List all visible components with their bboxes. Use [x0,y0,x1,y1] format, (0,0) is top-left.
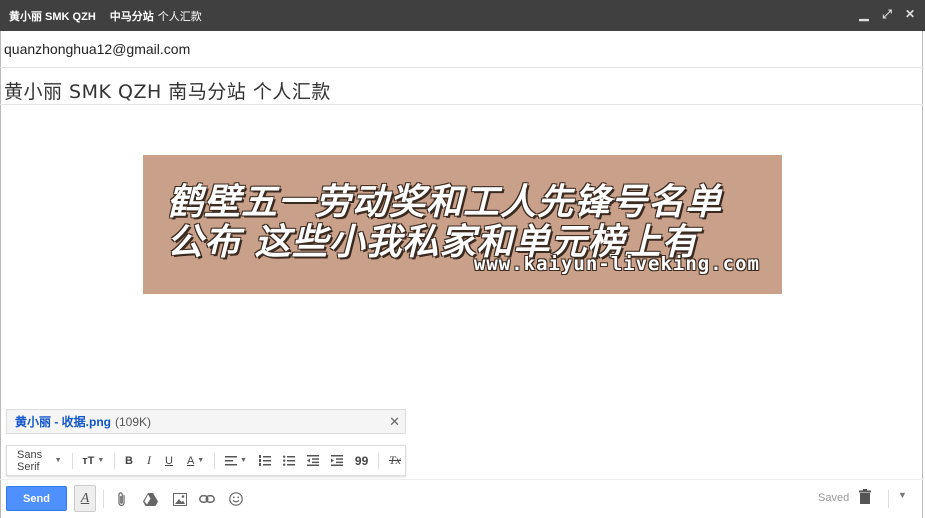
inline-image-banner: 鹤壁五一劳动奖和工人先锋号名单 公布 这些小我私家和单元榜上有 www.kaiy… [143,155,782,294]
formatting-toolbar: Sans Serif ▼ тT ▼ B I U A ▼ ▼ 99 Tx [6,445,406,476]
numbered-list-button[interactable] [255,455,275,466]
bulleted-list-icon [282,455,295,466]
window-title-rest: 个人汇款 [157,10,202,23]
toolbar-divider [114,452,116,469]
toolbar-divider [214,452,215,469]
quote-button[interactable]: 99 [351,454,372,468]
remove-formatting-button[interactable]: Tx [385,453,405,468]
bottom-divider [103,490,104,508]
attach-files-button[interactable] [111,488,133,510]
discard-draft-button[interactable] [859,489,875,507]
insert-drive-button[interactable] [139,488,161,510]
font-family-label: Sans Serif [17,448,43,473]
insert-photo-button[interactable] [169,488,191,510]
bulleted-list-button[interactable] [279,455,299,466]
minimize-icon[interactable]: ▁ [859,7,869,22]
italic-button[interactable]: I [143,453,155,468]
indent-less-button[interactable] [303,455,323,466]
chevron-down-icon: ▼ [898,490,907,500]
subject-field[interactable]: 黄小丽 SMK QZH 南马分站 个人汇款 [0,68,923,105]
indent-more-button[interactable] [327,455,347,466]
attachment-size: (109K) [115,414,152,429]
toolbar-divider [378,452,379,469]
draft-saved-status: Saved [818,492,850,504]
to-recipient: quanzhonghua12@gmail.com [4,41,191,57]
numbered-list-icon [258,455,271,466]
attachment-chip[interactable]: 黄小丽 - 收据.png (109K) ✕ [6,409,406,434]
chevron-down-icon: ▼ [239,457,247,464]
close-icon[interactable]: ✕ [905,7,915,22]
window-title-sender: 黄小丽 SMK QZH [9,10,96,23]
font-size-select[interactable]: тT ▼ [78,455,108,467]
trash-icon [859,489,871,504]
smiley-icon [229,492,243,506]
window-title-station: 中马分站 [109,10,154,23]
more-options-button[interactable]: ▼ [898,490,907,500]
formatting-options-button[interactable]: A [74,485,96,512]
text-color-button[interactable]: A ▼ [183,455,208,467]
send-label: Send [23,492,50,505]
insert-emoticon-button[interactable] [225,488,247,510]
subject-text: 黄小丽 SMK QZH 南马分站 个人汇款 [4,81,331,103]
font-family-select[interactable]: Sans Serif ▼ [13,449,66,473]
photo-icon [173,492,187,506]
to-field[interactable]: quanzhonghua12@gmail.com [0,31,923,68]
chevron-down-icon: ▼ [97,457,105,464]
text-color-icon: A [186,454,195,467]
chevron-down-icon: ▼ [54,457,62,464]
indent-more-icon [330,455,343,466]
remove-attachment-icon[interactable]: ✕ [389,414,400,430]
bold-button[interactable]: B [121,455,137,467]
paperclip-icon [118,491,125,506]
drive-icon [142,492,158,506]
underline-icon: U [165,454,173,467]
attachment-name[interactable]: 黄小丽 - 收据.png [15,413,111,430]
remove-formatting-icon: Tx [389,453,401,467]
chevron-down-icon: ▼ [197,457,205,464]
send-button[interactable]: Send [6,486,67,511]
bold-icon: B [125,454,133,467]
italic-icon: I [147,453,151,467]
popout-icon[interactable]: ⤢ [882,7,892,22]
bottom-divider [888,490,889,508]
indent-less-icon [306,455,319,466]
window-title-subject: 中马分站 个人汇款 [110,8,202,24]
link-icon [199,495,215,503]
align-button[interactable]: ▼ [221,455,251,466]
toolbar-divider [71,452,73,469]
align-left-icon [224,455,237,465]
text-format-icon: A [80,490,90,506]
banner-url: www.kaiyun-liveking.com [473,253,760,275]
quote-icon: 99 [354,453,369,468]
insert-link-button[interactable] [196,488,218,510]
window-controls: ▁ ⤢ ✕ [859,7,915,22]
compose-titlebar: 黄小丽 SMK QZH 中马分站 个人汇款 ▁ ⤢ ✕ [0,0,925,31]
font-size-icon: тT [82,454,95,467]
underline-button[interactable]: U [161,455,177,467]
